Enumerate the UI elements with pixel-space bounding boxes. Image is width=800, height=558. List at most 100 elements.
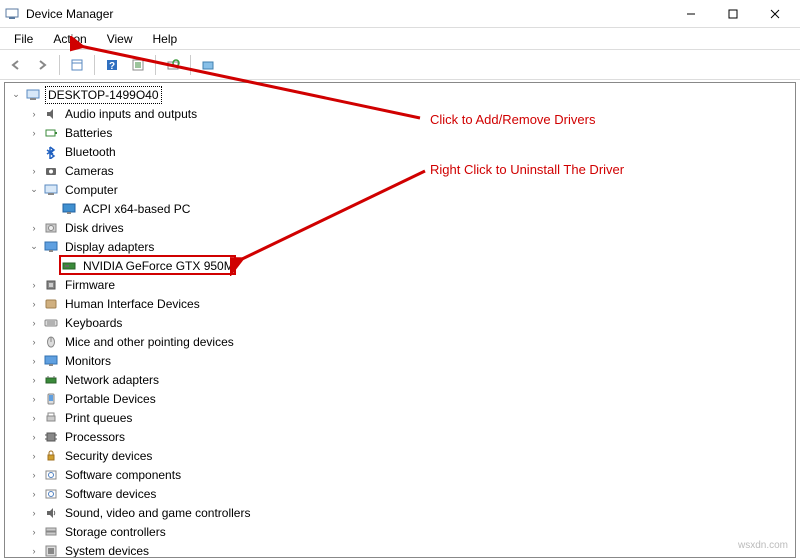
chevron-right-icon[interactable]: ›: [27, 221, 41, 235]
maximize-button[interactable]: [712, 2, 754, 26]
devices-button[interactable]: [196, 53, 220, 77]
menu-action[interactable]: Action: [43, 30, 96, 48]
device-icon: [43, 334, 59, 350]
tree-item-label: System devices: [63, 543, 151, 558]
chevron-right-icon[interactable]: ›: [27, 411, 41, 425]
tree-item[interactable]: ⌄ Computer: [5, 180, 795, 199]
tree-item[interactable]: › Software devices: [5, 484, 795, 503]
tree-item-label: Computer: [63, 182, 120, 198]
properties-button[interactable]: [126, 53, 150, 77]
chevron-right-icon[interactable]: ›: [27, 335, 41, 349]
menu-file[interactable]: File: [4, 30, 43, 48]
tree-item-label: Firmware: [63, 277, 117, 293]
chevron-right-icon[interactable]: ›: [27, 506, 41, 520]
chevron-right-icon[interactable]: ›: [27, 297, 41, 311]
toolbar: ?: [0, 50, 800, 80]
toolbar-separator: [59, 55, 60, 75]
tree-item[interactable]: › System devices: [5, 541, 795, 558]
toolbar-separator: [155, 55, 156, 75]
tree-item[interactable]: › Software components: [5, 465, 795, 484]
help-button[interactable]: ?: [100, 53, 124, 77]
chevron-right-icon[interactable]: ›: [27, 354, 41, 368]
titlebar: Device Manager: [0, 0, 800, 28]
chevron-right-icon[interactable]: ›: [27, 468, 41, 482]
tree-item-label: Network adapters: [63, 372, 161, 388]
chevron-right-icon[interactable]: ›: [27, 449, 41, 463]
tree-item-label: Print queues: [63, 410, 134, 426]
chevron-right-icon[interactable]: ›: [27, 164, 41, 178]
tree-item[interactable]: Bluetooth: [5, 142, 795, 161]
tree-item[interactable]: NVIDIA GeForce GTX 950M: [5, 256, 795, 275]
device-icon: [61, 258, 77, 274]
show-hide-tree-button[interactable]: [65, 53, 89, 77]
device-icon: [43, 315, 59, 331]
chevron-right-icon[interactable]: ›: [27, 373, 41, 387]
forward-button[interactable]: [30, 53, 54, 77]
device-icon: [43, 410, 59, 426]
tree-item[interactable]: › Processors: [5, 427, 795, 446]
chevron-right-icon[interactable]: ›: [27, 107, 41, 121]
tree-item[interactable]: ›Storage controllers: [5, 522, 795, 541]
chevron-down-icon[interactable]: ⌄: [27, 183, 41, 197]
tree-item-label: Human Interface Devices: [63, 296, 202, 312]
menubar: File Action View Help: [0, 28, 800, 50]
tree-item-label: Software devices: [63, 486, 158, 502]
device-icon: [43, 296, 59, 312]
tree-item[interactable]: ⌄ Display adapters: [5, 237, 795, 256]
tree-item[interactable]: › Sound, video and game controllers: [5, 503, 795, 522]
tree-item[interactable]: ›Portable Devices: [5, 389, 795, 408]
tree-item-label: Display adapters: [63, 239, 156, 255]
tree-item[interactable]: › Audio inputs and outputs: [5, 104, 795, 123]
tree-item-label: Audio inputs and outputs: [63, 106, 199, 122]
tree-item[interactable]: ›Monitors: [5, 351, 795, 370]
tree-item[interactable]: › Human Interface Devices: [5, 294, 795, 313]
tree-item[interactable]: › Network adapters: [5, 370, 795, 389]
tree-item[interactable]: ›Cameras: [5, 161, 795, 180]
menu-view[interactable]: View: [97, 30, 143, 48]
chevron-down-icon[interactable]: ⌄: [27, 240, 41, 254]
device-icon: [43, 144, 59, 160]
device-tree[interactable]: ⌄ DESKTOP-1499O40 › Audio inputs and outp…: [4, 82, 796, 558]
chevron-right-icon[interactable]: ›: [27, 126, 41, 140]
tree-item[interactable]: › Mice and other pointing devices: [5, 332, 795, 351]
device-icon: [43, 106, 59, 122]
back-button[interactable]: [4, 53, 28, 77]
tree-root[interactable]: ⌄ DESKTOP-1499O40: [5, 85, 795, 104]
device-icon: [43, 486, 59, 502]
device-icon: [43, 448, 59, 464]
tree-item-label: Software components: [63, 467, 183, 483]
tree-item-label: Mice and other pointing devices: [63, 334, 236, 350]
device-icon: [43, 277, 59, 293]
chevron-right-icon[interactable]: ›: [27, 544, 41, 558]
device-icon: [43, 372, 59, 388]
tree-item[interactable]: ACPI x64-based PC: [5, 199, 795, 218]
tree-item-label: Security devices: [63, 448, 154, 464]
tree-item[interactable]: ›Batteries: [5, 123, 795, 142]
tree-item[interactable]: › Firmware: [5, 275, 795, 294]
scan-button[interactable]: [161, 53, 185, 77]
device-icon: [43, 429, 59, 445]
toolbar-separator: [190, 55, 191, 75]
tree-item[interactable]: ›Disk drives: [5, 218, 795, 237]
tree-item-label: Processors: [63, 429, 127, 445]
chevron-right-icon[interactable]: ›: [27, 316, 41, 330]
tree-item[interactable]: › Security devices: [5, 446, 795, 465]
device-icon: [43, 182, 59, 198]
window-controls: [670, 2, 796, 26]
chevron-right-icon[interactable]: ›: [27, 487, 41, 501]
device-icon: [43, 524, 59, 540]
device-manager-icon: [4, 6, 20, 22]
chevron-down-icon[interactable]: ⌄: [9, 88, 23, 102]
tree-item[interactable]: › Print queues: [5, 408, 795, 427]
chevron-right-icon[interactable]: ›: [27, 525, 41, 539]
tree-item[interactable]: › Keyboards: [5, 313, 795, 332]
menu-help[interactable]: Help: [143, 30, 188, 48]
chevron-right-icon[interactable]: ›: [27, 278, 41, 292]
minimize-button[interactable]: [670, 2, 712, 26]
close-button[interactable]: [754, 2, 796, 26]
tree-item-label: Sound, video and game controllers: [63, 505, 252, 521]
device-icon: [43, 543, 59, 558]
chevron-right-icon[interactable]: ›: [27, 392, 41, 406]
chevron-right-icon[interactable]: ›: [27, 430, 41, 444]
tree-item-label: Keyboards: [63, 315, 124, 331]
